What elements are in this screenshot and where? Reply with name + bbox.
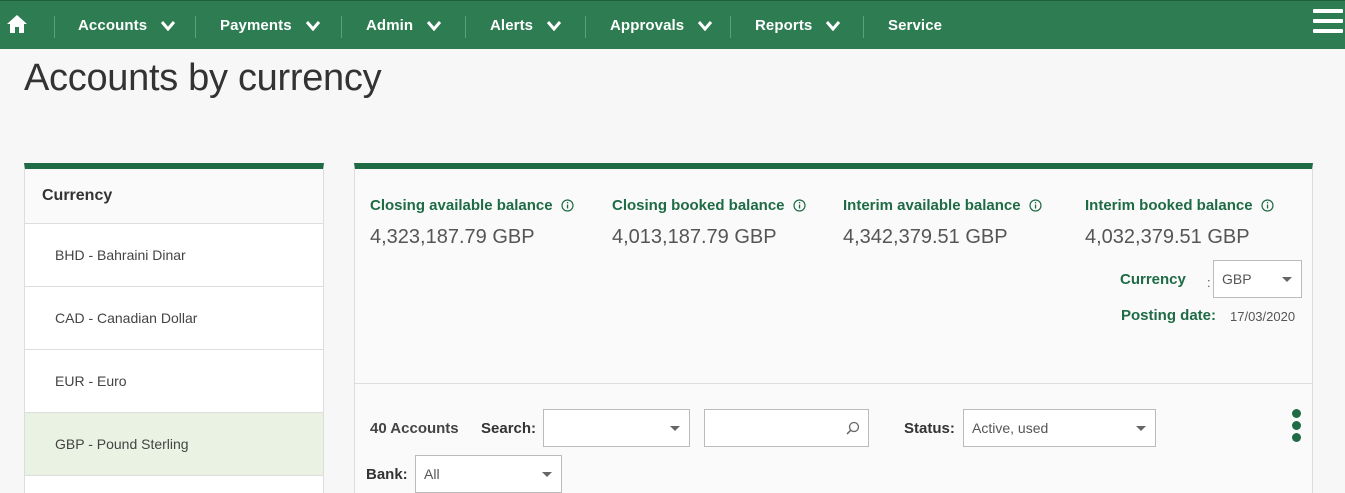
bank-select[interactable]: All [415, 455, 562, 493]
balance-value: 4,323,187.79 GBP [370, 226, 535, 248]
chevron-down-icon [305, 20, 320, 31]
search-icon[interactable] [846, 421, 860, 435]
menu-icon[interactable] [1313, 9, 1343, 35]
balance-value: 4,342,379.51 GBP [843, 226, 1008, 248]
page-title: Accounts by currency [24, 57, 382, 99]
status-label: Status: [904, 420, 955, 437]
nav-separator [54, 16, 55, 38]
currency-select-colon: : [1207, 275, 1211, 290]
chevron-down-icon [826, 20, 841, 31]
currency-list: Currency BHD - Bahraini Dinar CAD - Cana… [24, 163, 324, 493]
info-icon[interactable] [560, 199, 574, 212]
top-nav: Accounts Payments Admin Alerts Approvals… [0, 0, 1345, 49]
chevron-down-icon [161, 20, 176, 31]
nav-separator [585, 16, 586, 38]
info-icon[interactable] [792, 199, 806, 212]
currency-list-header: Currency [25, 169, 323, 224]
currency-item-cad[interactable]: CAD - Canadian Dollar [25, 287, 323, 350]
nav-approvals[interactable]: Approvals [610, 1, 713, 50]
nav-separator [341, 16, 342, 38]
nav-label: Reports [755, 17, 813, 34]
bank-label: Bank: [366, 466, 408, 483]
balance-closing-available: Closing available balance 4,323,187.79 G… [370, 197, 574, 249]
nav-label: Payments [220, 17, 292, 34]
balance-interim-available: Interim available balance 4,342,379.51 G… [843, 197, 1042, 249]
caret-down-icon [1282, 277, 1292, 282]
nav-label: Alerts [490, 17, 534, 34]
balance-label: Closing booked balance [612, 197, 785, 214]
nav-label: Admin [366, 17, 414, 34]
caret-down-icon [542, 472, 552, 477]
currency-select[interactable]: GBP [1213, 260, 1302, 298]
bank-select-value: All [424, 466, 440, 482]
info-icon[interactable] [1260, 199, 1274, 212]
balance-closing-booked: Closing booked balance 4,013,187.79 GBP [612, 197, 806, 249]
posting-date-label: Posting date: [1121, 307, 1217, 324]
nav-accounts[interactable]: Accounts [78, 1, 176, 50]
currency-item-gbp[interactable]: GBP - Pound Sterling [25, 413, 323, 476]
search-field-select[interactable] [543, 409, 690, 447]
currency-item-eur[interactable]: EUR - Euro [25, 350, 323, 413]
chevron-down-icon [698, 20, 713, 31]
posting-date-value: 17/03/2020 [1230, 309, 1296, 324]
info-icon[interactable] [1028, 199, 1042, 212]
search-input[interactable] [704, 409, 869, 447]
more-options-icon[interactable] [1292, 409, 1302, 443]
account-count: 40 Accounts [370, 420, 459, 437]
nav-label: Service [888, 17, 943, 34]
balance-label: Interim booked balance [1085, 197, 1253, 214]
caret-down-icon [1136, 426, 1146, 431]
balance-value: 4,013,187.79 GBP [612, 226, 777, 248]
nav-reports[interactable]: Reports [755, 1, 841, 50]
nav-separator [195, 16, 196, 38]
nav-alerts[interactable]: Alerts [490, 1, 562, 50]
balance-value: 4,032,379.51 GBP [1085, 226, 1250, 248]
currency-select-value: GBP [1222, 271, 1252, 287]
caret-down-icon [670, 426, 680, 431]
nav-separator [863, 16, 864, 38]
chevron-down-icon [427, 20, 442, 31]
home-icon[interactable] [6, 14, 28, 34]
panel-divider [355, 383, 1312, 384]
currency-item-bhd[interactable]: BHD - Bahraini Dinar [25, 224, 323, 287]
nav-separator [730, 16, 731, 38]
nav-label: Accounts [78, 17, 148, 34]
nav-payments[interactable]: Payments [220, 1, 320, 50]
currency-select-label: Currency [1120, 271, 1186, 288]
status-select-value: Active, used [972, 420, 1049, 436]
nav-label: Approvals [610, 17, 685, 34]
nav-service[interactable]: Service [888, 1, 942, 50]
balance-label: Closing available balance [370, 197, 553, 214]
balance-panel: Closing available balance 4,323,187.79 G… [354, 163, 1313, 493]
nav-separator [465, 16, 466, 38]
nav-admin[interactable]: Admin [366, 1, 442, 50]
balance-label: Interim available balance [843, 197, 1021, 214]
status-select[interactable]: Active, used [963, 409, 1156, 447]
search-label: Search: [481, 420, 537, 437]
chevron-down-icon [547, 20, 562, 31]
balance-interim-booked: Interim booked balance 4,032,379.51 GBP [1085, 197, 1274, 249]
